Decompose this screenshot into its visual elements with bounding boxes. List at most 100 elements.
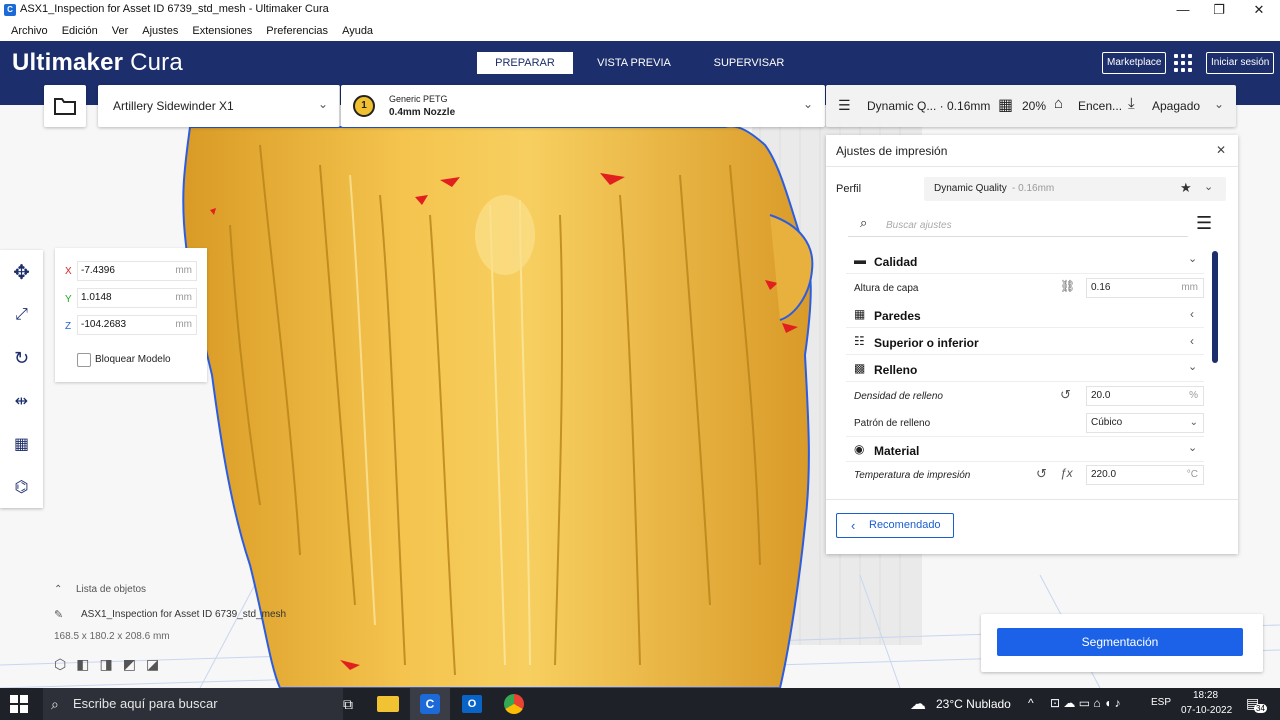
view-right-icon[interactable]: ◪	[146, 656, 159, 674]
x-value: -7.4396	[81, 265, 115, 276]
menu-edicion[interactable]: Edición	[55, 25, 105, 37]
reset-icon[interactable]: ↺	[1060, 387, 1071, 403]
infill-icon: ▩	[854, 361, 866, 375]
menu-ver[interactable]: Ver	[105, 25, 136, 37]
category-quality[interactable]: ▬ Calidad ⌄	[846, 248, 1204, 274]
taskbar-search[interactable]: ⌕ Escribe aquí para buscar	[43, 688, 343, 720]
printer-selector[interactable]: Artillery Sidewinder X1 ⌄	[98, 85, 340, 127]
settings-scrollbar[interactable]	[1212, 251, 1218, 363]
apps-grid-icon[interactable]	[1174, 54, 1194, 74]
view-front-icon[interactable]: ◧	[76, 656, 89, 674]
window-title: ASX1_Inspection for Asset ID 6739_std_me…	[20, 3, 329, 15]
layer-height-field[interactable]: 0.16 mm	[1086, 278, 1204, 298]
brand-name: Ultimaker	[12, 49, 124, 76]
infill-pattern-dropdown[interactable]: Cúbico ⌄	[1086, 413, 1204, 433]
per-model-settings-tool[interactable]: ▦	[0, 424, 43, 464]
weather-text[interactable]: 23°C Nublado	[936, 697, 1011, 711]
view-3d-icon[interactable]: ⬡	[54, 656, 66, 674]
support-icon: ⌂	[1054, 95, 1064, 112]
tray-apps-icon[interactable]: ⊡ ☁ ▭ ⌂ ◖ ♪	[1050, 696, 1121, 710]
chevron-down-icon: ⌄	[1214, 97, 1225, 111]
tray-chevron-icon[interactable]: ^	[1028, 696, 1034, 710]
view-left-icon[interactable]: ◩	[123, 656, 136, 674]
file-explorer-icon[interactable]	[368, 688, 408, 720]
print-temp-unit: °C	[1186, 469, 1198, 480]
category-walls[interactable]: ▦ Paredes ‹	[846, 302, 1204, 328]
infill-density-field[interactable]: 20.0%	[1086, 386, 1204, 406]
object-name[interactable]: ASX1_Inspection for Asset ID 6739_std_me…	[81, 609, 286, 620]
task-view-icon[interactable]: ⧉	[328, 688, 368, 720]
print-settings-panel: Ajustes de impresión ✕ Perfil Dynamic Qu…	[826, 135, 1238, 554]
profile-dropdown[interactable]: Dynamic Quality - 0.16mm ★ ⌄	[924, 177, 1226, 201]
slice-button[interactable]: Segmentación	[997, 628, 1243, 656]
recommended-mode-button[interactable]: ‹ Recomendado	[836, 513, 954, 538]
outlook-icon[interactable]: O	[452, 688, 492, 720]
stage-tab-preview[interactable]: VISTA PREVIA	[590, 52, 678, 74]
print-settings-summary[interactable]: ☰ Dynamic Q... · 0.16mm ▦ 20% ⌂ Encen...…	[826, 85, 1236, 127]
language-indicator[interactable]: ESP	[1151, 697, 1171, 708]
category-material[interactable]: ◉ Material ⌄	[846, 436, 1204, 462]
rotate-icon: ↻	[13, 347, 30, 368]
menu-extensiones[interactable]: Extensiones	[185, 25, 259, 37]
menu-preferencias[interactable]: Preferencias	[259, 25, 335, 37]
menu-archivo[interactable]: Archivo	[4, 25, 55, 37]
adhesion-icon: ⤓	[1128, 95, 1135, 112]
lock-model-checkbox[interactable]	[77, 353, 91, 367]
rotate-tool[interactable]: ↻	[0, 338, 43, 378]
category-infill[interactable]: ▩ Relleno ⌄	[846, 356, 1204, 382]
menu-ayuda[interactable]: Ayuda	[335, 25, 380, 37]
view-top-icon[interactable]: ◨	[99, 656, 112, 674]
object-list-header[interactable]: Lista de objetos	[76, 584, 146, 595]
printer-name: Artillery Sidewinder X1	[113, 99, 234, 113]
windows-taskbar: ⌕ Escribe aquí para buscar ⧉ C O ☁ 23°C …	[0, 688, 1280, 720]
setting-print-temperature: Temperatura de impresión ↺ ƒx 220.0 °C	[846, 462, 1204, 488]
menu-ajustes[interactable]: Ajustes	[135, 25, 185, 37]
category-top-bottom[interactable]: ☷ Superior o inferior ‹	[846, 329, 1204, 355]
scale-icon: ⤢	[15, 306, 28, 323]
x-position-field[interactable]: -7.4396 mm	[77, 261, 197, 281]
quality-icon: ▬	[854, 253, 866, 267]
setting-layer-height: Altura de capa ⛓ 0.16 mm	[846, 275, 1204, 301]
marketplace-button[interactable]: Marketplace	[1102, 52, 1167, 74]
profile-label: Perfil	[836, 183, 862, 195]
z-position-field[interactable]: -104.2683 mm	[77, 315, 197, 335]
clock-time[interactable]: 18:28	[1193, 690, 1218, 701]
signin-button[interactable]: Iniciar sesión	[1206, 52, 1275, 74]
move-tool-panel: X -7.4396 mm Y 1.0148 mm Z -104.2683 mm Blo…	[55, 248, 207, 382]
x-unit: mm	[175, 265, 192, 276]
open-file-button[interactable]	[44, 85, 86, 127]
print-temp-field[interactable]: 220.0 °C	[1086, 465, 1204, 485]
layer-height-value: 0.16	[1091, 282, 1111, 293]
infill-pattern-value: Cúbico	[1091, 417, 1123, 428]
chrome-icon[interactable]	[494, 688, 534, 720]
profile-layer: - 0.16mm	[1012, 183, 1055, 194]
extruder-material-selector[interactable]: 1 Generic PETG 0.4mm Nozzle ⌄	[341, 85, 825, 127]
stage-tab-prepare[interactable]: PREPARAR	[477, 52, 573, 74]
settings-search[interactable]: ⌕ Buscar ajustes	[848, 211, 1188, 237]
clock-date[interactable]: 07-10-2022	[1181, 705, 1232, 716]
star-icon[interactable]: ★	[1180, 180, 1192, 196]
print-temp-value: 220.0	[1091, 469, 1117, 480]
close-icon[interactable]: ✕	[1216, 143, 1226, 157]
move-tool[interactable]: ✥	[0, 252, 43, 292]
view-orientation-bar: ⬡ ◧ ◨ ◩ ◪	[54, 656, 184, 674]
chevron-up-icon[interactable]: ⌃	[54, 584, 62, 595]
settings-menu-icon[interactable]: ☰	[1196, 213, 1212, 234]
mirror-tool[interactable]: ⇹	[0, 381, 43, 421]
y-position-field[interactable]: 1.0148 mm	[77, 288, 197, 308]
reset-icon[interactable]: ↺	[1036, 466, 1047, 482]
close-button[interactable]: ✕	[1236, 0, 1280, 20]
stage-tab-monitor[interactable]: SUPERVISAR	[706, 52, 792, 74]
top-bottom-label: Superior o inferior	[874, 336, 979, 350]
windows-start-icon[interactable]	[10, 695, 28, 713]
recommended-label: Recomendado	[869, 519, 941, 531]
scale-tool[interactable]: ⤢	[0, 295, 43, 335]
divider	[826, 166, 1238, 167]
x-axis-label: X	[65, 266, 72, 277]
chevron-left-icon: ‹	[1190, 307, 1194, 321]
support-blocker-tool[interactable]: ⌬	[0, 467, 43, 507]
extruder-badge: 1	[353, 95, 375, 117]
chevron-down-icon: ⌄	[1188, 253, 1198, 265]
weather-cloud-icon: ☁	[910, 696, 926, 713]
cura-taskbar-icon[interactable]: C	[410, 688, 450, 720]
